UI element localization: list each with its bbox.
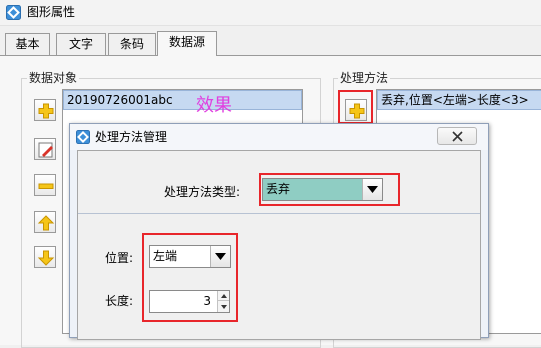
app-icon: [6, 5, 21, 20]
tab-text[interactable]: 文字: [56, 33, 106, 55]
move-down-button[interactable]: [34, 246, 56, 268]
move-up-button[interactable]: [34, 211, 56, 233]
close-icon: [452, 131, 463, 142]
processing-label: 处理方法: [338, 71, 391, 85]
tab-barcode[interactable]: 条码: [108, 33, 156, 55]
edit-data-object-button[interactable]: [34, 138, 56, 160]
processing-item[interactable]: 丢弃,位置<左端>长度<3>: [377, 90, 541, 110]
edit-icon: [38, 142, 53, 158]
highlight-add-processing: [338, 90, 373, 124]
highlight-type-select: [259, 173, 400, 206]
tab-data-source[interactable]: 数据源: [157, 31, 217, 56]
position-label: 位置:: [105, 251, 134, 265]
processing-manager-dialog: 处理方法管理 处理方法类型: 丢弃 位置: 左端 长度: 3: [69, 123, 489, 340]
add-icon: [38, 103, 54, 119]
window-titlebar: [0, 0, 541, 26]
add-data-object-button[interactable]: [34, 99, 56, 121]
dialog-divider: [78, 213, 480, 214]
move-down-icon: [37, 250, 55, 266]
data-object-item[interactable]: 20190726001abc: [63, 90, 302, 110]
type-label: 处理方法类型:: [164, 185, 241, 199]
length-label: 长度:: [105, 294, 134, 308]
highlight-position-length: [142, 233, 238, 322]
remove-icon: [38, 183, 54, 189]
dialog-close-button[interactable]: [437, 127, 477, 145]
app-icon: [76, 130, 90, 144]
move-up-icon: [37, 215, 55, 231]
remove-data-object-button[interactable]: [34, 174, 56, 196]
dialog-client: 处理方法类型: 丢弃 位置: 左端 长度: 3: [77, 150, 481, 340]
data-objects-label: 数据对象: [27, 71, 80, 85]
tab-basic[interactable]: 基本: [5, 33, 50, 55]
dialog-title: 处理方法管理: [95, 130, 168, 144]
window-title: 图形属性: [27, 5, 76, 19]
effect-annotation: 效果: [196, 95, 232, 116]
